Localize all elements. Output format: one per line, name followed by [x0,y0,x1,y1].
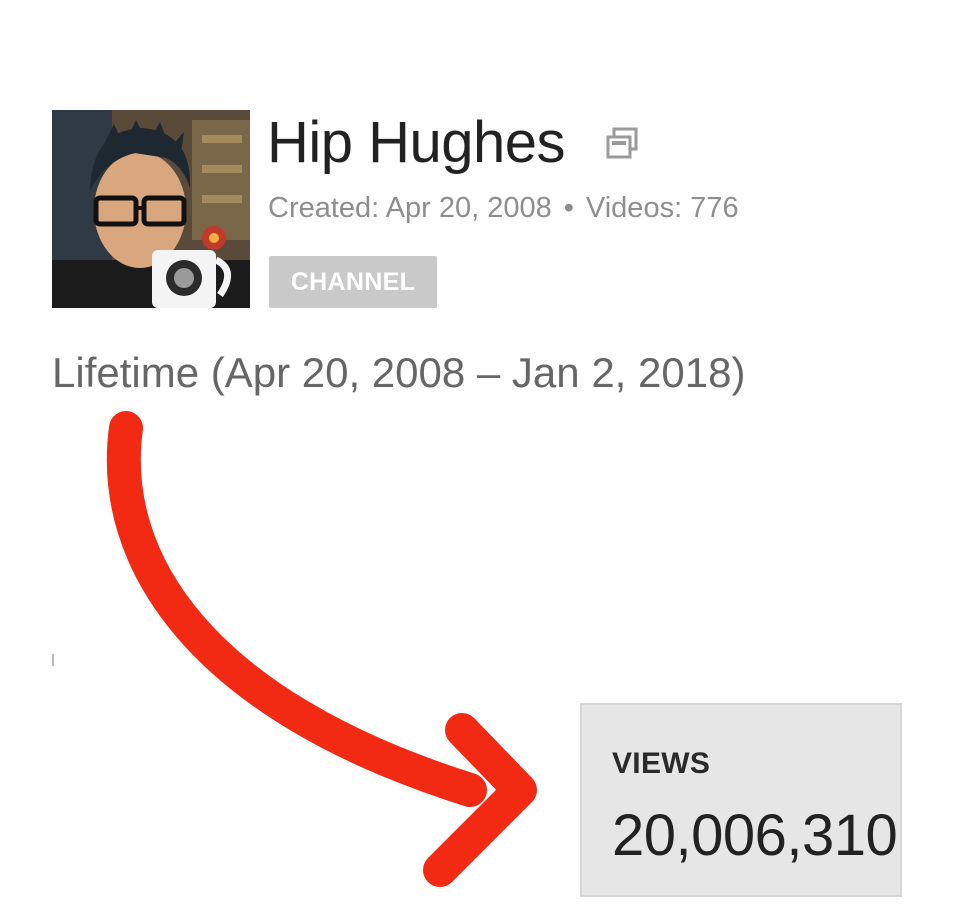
external-link-icon[interactable] [604,125,640,161]
views-value: 20,006,310 [612,803,898,868]
video-count: Videos: 776 [585,192,739,224]
views-stat-card[interactable]: VIEWS 20,006,310 [580,703,902,897]
created-date: Created: Apr 20, 2008 [268,192,552,224]
channel-title[interactable]: Hip Hughes [267,108,566,178]
views-label: VIEWS [612,747,711,780]
meta-separator: • [563,192,574,224]
channel-avatar[interactable] [52,110,250,308]
channel-meta: Created: Apr 20, 2008 • Videos: 776 [268,188,739,228]
channel-type-badge: CHANNEL [269,256,437,308]
divider-tick [52,654,54,666]
date-range-label[interactable]: Lifetime (Apr 20, 2008 – Jan 2, 2018) [52,345,745,401]
avatar-image [52,110,250,308]
